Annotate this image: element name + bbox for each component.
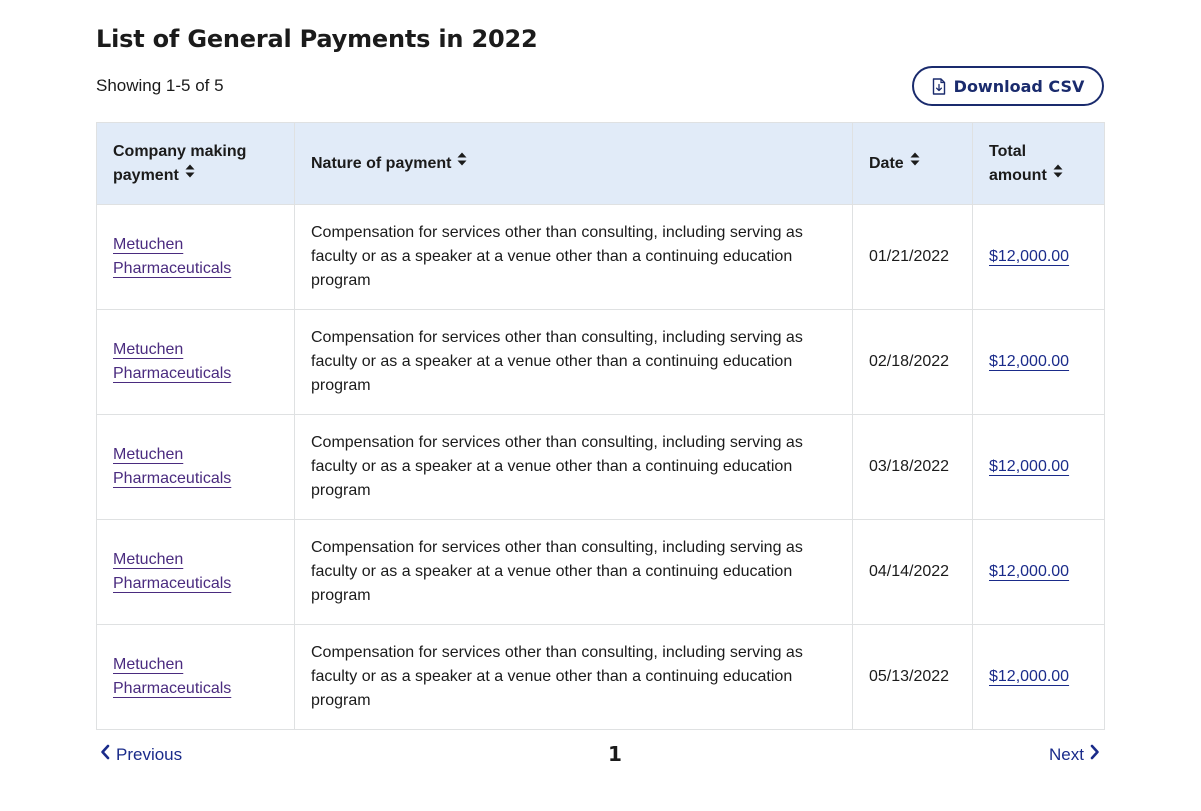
date-cell: 01/21/2022 bbox=[852, 204, 973, 310]
amount-cell: $12,000.00 bbox=[972, 414, 1105, 520]
sort-icon[interactable] bbox=[1053, 162, 1063, 186]
company-cell: Metuchen Pharmaceuticals bbox=[96, 414, 295, 520]
amount-cell: $12,000.00 bbox=[972, 519, 1105, 625]
company-cell: Metuchen Pharmaceuticals bbox=[96, 624, 295, 730]
company-cell: Metuchen Pharmaceuticals bbox=[96, 309, 295, 415]
nature-cell: Compensation for services other than con… bbox=[294, 414, 853, 520]
amount-link[interactable]: $12,000.00 bbox=[989, 563, 1069, 580]
date-cell: 02/18/2022 bbox=[852, 309, 973, 415]
chevron-right-icon bbox=[1090, 744, 1100, 765]
sort-icon[interactable] bbox=[910, 150, 920, 174]
page-title: List of General Payments in 2022 bbox=[96, 25, 538, 53]
chevron-left-icon bbox=[100, 744, 110, 765]
column-header-amount[interactable]: Total amount bbox=[972, 122, 1105, 205]
column-header-date[interactable]: Date bbox=[852, 122, 973, 205]
table-row: Metuchen Pharmaceuticals Compensation for… bbox=[96, 519, 1105, 625]
company-link[interactable]: Metuchen Pharmaceuticals bbox=[113, 341, 231, 382]
date-cell: 04/14/2022 bbox=[852, 519, 973, 625]
company-link[interactable]: Metuchen Pharmaceuticals bbox=[113, 236, 231, 277]
column-header-label: Nature of payment bbox=[311, 154, 452, 172]
amount-link[interactable]: $12,000.00 bbox=[989, 353, 1069, 370]
company-cell: Metuchen Pharmaceuticals bbox=[96, 519, 295, 625]
file-download-icon bbox=[932, 77, 946, 95]
company-link[interactable]: Metuchen Pharmaceuticals bbox=[113, 551, 231, 592]
previous-page-label: Previous bbox=[116, 744, 183, 764]
nature-cell: Compensation for services other than con… bbox=[294, 624, 853, 730]
company-link[interactable]: Metuchen Pharmaceuticals bbox=[113, 446, 231, 487]
payments-table: Company making payment Nature of payment… bbox=[96, 122, 1105, 730]
table-header-row: Company making payment Nature of payment… bbox=[96, 122, 1105, 205]
amount-link[interactable]: $12,000.00 bbox=[989, 668, 1069, 685]
table-row: Metuchen Pharmaceuticals Compensation for… bbox=[96, 204, 1105, 310]
sort-icon[interactable] bbox=[457, 150, 467, 174]
date-cell: 05/13/2022 bbox=[852, 624, 973, 730]
next-page-link[interactable]: Next bbox=[1049, 744, 1100, 765]
pagination: Previous 1 Next bbox=[96, 740, 1104, 768]
download-csv-label: Download CSV bbox=[953, 76, 1085, 96]
column-header-label: Company making bbox=[113, 142, 247, 160]
column-header-label: payment bbox=[113, 166, 179, 184]
date-cell: 03/18/2022 bbox=[852, 414, 973, 520]
amount-cell: $12,000.00 bbox=[972, 624, 1105, 730]
table-row: Metuchen Pharmaceuticals Compensation for… bbox=[96, 309, 1105, 415]
table-row: Metuchen Pharmaceuticals Compensation for… bbox=[96, 624, 1105, 730]
sort-icon[interactable] bbox=[185, 162, 195, 186]
next-page-label: Next bbox=[1049, 744, 1084, 764]
nature-cell: Compensation for services other than con… bbox=[294, 204, 853, 310]
amount-link[interactable]: $12,000.00 bbox=[989, 248, 1069, 265]
column-header-label: Date bbox=[869, 154, 904, 172]
download-csv-button[interactable]: Download CSV bbox=[912, 66, 1104, 106]
column-header-nature[interactable]: Nature of payment bbox=[294, 122, 853, 205]
previous-page-link[interactable]: Previous bbox=[100, 744, 182, 765]
company-link[interactable]: Metuchen Pharmaceuticals bbox=[113, 656, 231, 697]
current-page-number: 1 bbox=[608, 742, 622, 766]
column-header-label: Total bbox=[989, 142, 1027, 160]
results-count: Showing 1-5 of 5 bbox=[96, 76, 224, 95]
amount-cell: $12,000.00 bbox=[972, 309, 1105, 415]
amount-link[interactable]: $12,000.00 bbox=[989, 458, 1069, 475]
table-row: Metuchen Pharmaceuticals Compensation for… bbox=[96, 414, 1105, 520]
column-header-label: amount bbox=[989, 166, 1047, 184]
nature-cell: Compensation for services other than con… bbox=[294, 309, 853, 415]
company-cell: Metuchen Pharmaceuticals bbox=[96, 204, 295, 310]
column-header-company[interactable]: Company making payment bbox=[96, 122, 295, 205]
nature-cell: Compensation for services other than con… bbox=[294, 519, 853, 625]
amount-cell: $12,000.00 bbox=[972, 204, 1105, 310]
